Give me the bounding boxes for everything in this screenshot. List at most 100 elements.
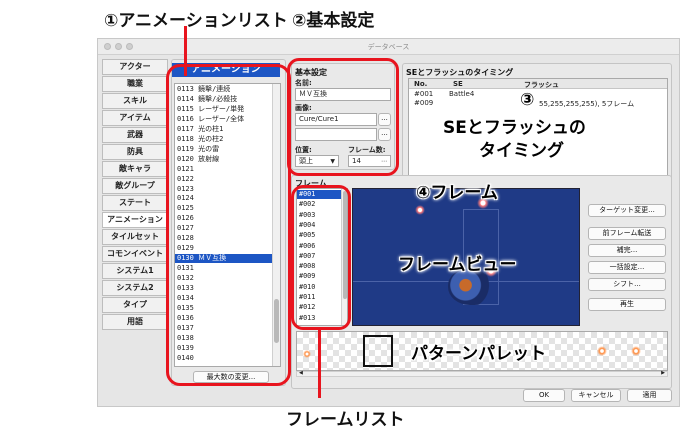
scroll-right-icon[interactable]: ▶ (661, 370, 665, 376)
max-count-button[interactable]: 最大数の変更... (193, 371, 269, 383)
list-item[interactable]: 0131 (177, 264, 194, 273)
list-item[interactable]: #011 (299, 293, 315, 302)
sidebar-item-classes[interactable]: 職業 (102, 76, 168, 92)
image1-field[interactable]: Cure/Cure1 (295, 113, 377, 126)
sidebar-item-actors[interactable]: アクター (102, 59, 168, 75)
list-item[interactable]: 0115 レーザー/単発 (177, 105, 244, 114)
batch-settings-button[interactable]: 一括設定... (588, 261, 666, 274)
sidebar-item-weapons[interactable]: 武器 (102, 127, 168, 143)
col-flash: フラッシュ (524, 81, 559, 89)
list-item[interactable]: 0130 ＭＶ互換 (175, 254, 280, 264)
sidebar-item-armors[interactable]: 防具 (102, 144, 168, 160)
list-item[interactable]: #002 (299, 200, 315, 209)
frame-list-scroll-thumb[interactable] (343, 191, 347, 299)
list-item[interactable]: 0128 (177, 234, 194, 243)
sidebar-item-common-events[interactable]: コモンイベント (102, 246, 168, 262)
list-item[interactable]: #004 (299, 221, 315, 230)
frames-count-value: 14 (352, 157, 361, 165)
anim-list-scrollbar[interactable] (272, 84, 280, 366)
list-item[interactable]: #001 (297, 190, 345, 200)
list-item[interactable]: 0129 (177, 244, 194, 253)
palette-selected-cell[interactable] (363, 335, 393, 367)
list-item[interactable]: 0133 (177, 284, 194, 293)
image1-browse-button[interactable]: ... (378, 113, 391, 126)
list-item[interactable]: 0137 (177, 324, 194, 333)
tween-button[interactable]: 補完... (588, 244, 666, 257)
list-item[interactable]: 0120 放射線 (177, 155, 219, 164)
sidebar-item-skills[interactable]: スキル (102, 93, 168, 109)
sparkle-icon (415, 205, 425, 215)
sidebar-item-states[interactable]: ステート (102, 195, 168, 211)
list-item[interactable]: 0136 (177, 314, 194, 323)
target-change-button[interactable]: ターゲット変更... (588, 204, 666, 217)
list-item[interactable]: 0113 鏡擊/連続 (177, 85, 230, 94)
callout-frame: ④フレーム (416, 183, 498, 203)
list-item[interactable]: #012 (299, 303, 315, 312)
sidebar-item-types[interactable]: タイプ (102, 297, 168, 313)
ok-button[interactable]: OK (523, 389, 565, 402)
table-row[interactable]: #001 Battle4 (409, 90, 667, 99)
frames-count-field[interactable]: 14 ⋯ (348, 155, 391, 167)
sidebar-item-tilesets[interactable]: タイルセット (102, 229, 168, 245)
list-item[interactable]: 0121 (177, 165, 194, 174)
image2-field[interactable] (295, 128, 377, 141)
sidebar-item-troops[interactable]: 敵グループ (102, 178, 168, 194)
scroll-left-icon[interactable]: ◀ (299, 370, 303, 376)
anim-list[interactable]: 0113 鏡擊/連続 0114 鏡擊/必殺技 0115 レーザー/単発 0116 レー… (174, 83, 281, 367)
frame-list-scrollbar[interactable] (341, 189, 347, 325)
list-item[interactable]: #009 (299, 272, 315, 281)
palette-scrollbar[interactable]: ◀ ▶ (296, 370, 668, 377)
list-item[interactable]: 0114 鏡擊/必殺技 (177, 95, 237, 104)
apply-button[interactable]: 適用 (627, 389, 672, 402)
list-item[interactable]: #007 (299, 252, 315, 261)
list-item[interactable]: 0127 (177, 224, 194, 233)
list-item[interactable]: 0118 光の柱2 (177, 135, 223, 144)
frame-list[interactable]: #001 #002 #003 #004 #005 #006 #007 #008 #009 #010… (296, 188, 348, 326)
list-item[interactable]: 0139 (177, 344, 194, 353)
list-item[interactable]: 0125 (177, 204, 194, 213)
list-item[interactable]: 0123 (177, 185, 194, 194)
sparkle-icon (303, 350, 311, 358)
image2-browse-button[interactable]: ... (378, 128, 391, 141)
list-item[interactable]: 0122 (177, 175, 194, 184)
list-item[interactable]: 0119 光の雷 (177, 145, 219, 154)
se-row1-se: Battle4 (449, 90, 475, 98)
callout-se-number: ③ (520, 90, 535, 110)
anim-list-scroll-thumb[interactable] (274, 299, 279, 343)
list-item[interactable]: #003 (299, 211, 315, 220)
sidebar-item-system2[interactable]: システム2 (102, 280, 168, 296)
anim-list-header: アニメーション (172, 63, 280, 77)
sidebar-item-items[interactable]: アイテム (102, 110, 168, 126)
list-item[interactable]: #010 (299, 283, 315, 292)
list-item[interactable]: 0126 (177, 214, 194, 223)
sidebar-item-terms[interactable]: 用語 (102, 314, 168, 330)
list-item[interactable]: #008 (299, 262, 315, 271)
list-item[interactable]: #013 (299, 314, 315, 323)
database-window: データベース アクター 職業 スキル アイテム 武器 防具 敵キャラ 敵グループ… (97, 38, 680, 407)
shift-button[interactable]: シフト... (588, 278, 666, 291)
table-row[interactable]: #009 55,255,255,255), 5フレーム (409, 99, 667, 108)
prev-frame-copy-button[interactable]: 前フレーム転送 (588, 227, 666, 240)
list-item[interactable]: 0138 (177, 334, 194, 343)
se-flash-title: SEとフラッシュのタイミング (406, 68, 514, 77)
list-item[interactable]: 0132 (177, 274, 194, 283)
list-item[interactable]: 0134 (177, 294, 194, 303)
name-field[interactable]: ＭＶ互換 (295, 88, 391, 101)
sidebar-item-system1[interactable]: システム1 (102, 263, 168, 279)
list-item[interactable]: 0116 レーザー/全体 (177, 115, 244, 124)
list-item[interactable]: 0135 (177, 304, 194, 313)
position-select[interactable]: 頭上 ▼ (295, 155, 339, 167)
sidebar-item-animations[interactable]: アニメーション (102, 212, 168, 228)
col-no: No. (414, 80, 428, 88)
list-item[interactable]: 0140 (177, 354, 194, 363)
list-item[interactable]: 0124 (177, 194, 194, 203)
name-label: 名前: (295, 79, 312, 87)
list-item[interactable]: #006 (299, 242, 315, 251)
list-item[interactable]: 0117 光の柱1 (177, 125, 223, 134)
play-button[interactable]: 再生 (588, 298, 666, 311)
sidebar-item-enemies[interactable]: 敵キャラ (102, 161, 168, 177)
cancel-button[interactable]: キャンセル (571, 389, 621, 402)
list-item[interactable]: #005 (299, 231, 315, 240)
basic-settings-title: 基本設定 (295, 68, 327, 77)
se-table-header: No. SE フラッシュ (409, 79, 667, 89)
